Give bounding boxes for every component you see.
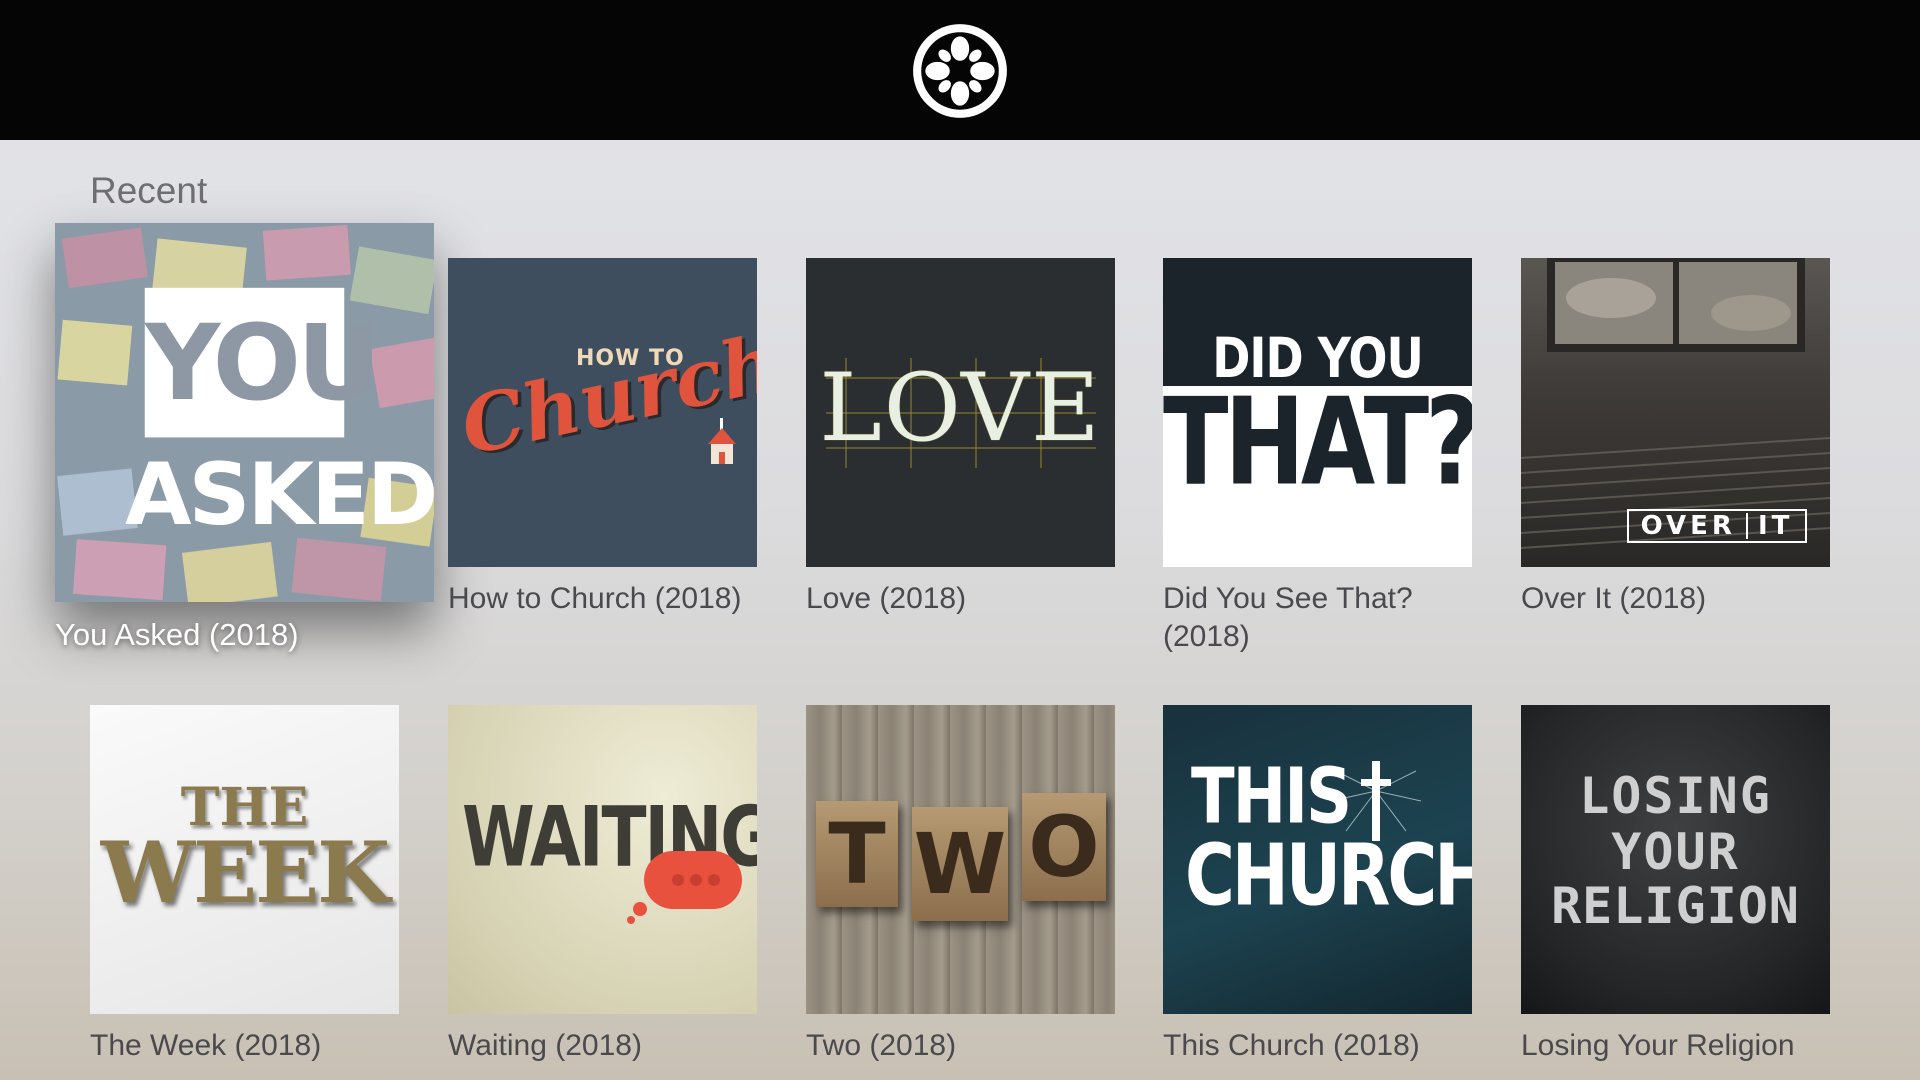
divider xyxy=(1745,513,1748,539)
losing-your-religion-art-line3: RELIGION xyxy=(1551,877,1800,935)
section-title: Recent xyxy=(90,170,208,211)
over-it-label-box: OVER IT xyxy=(1627,509,1807,543)
small-church-icon xyxy=(708,418,736,464)
tile-caption: Losing Your Religion xyxy=(1521,1029,1795,1062)
you-asked-art-line1: YOU xyxy=(145,302,381,424)
the-week-artwork: THE WEEK xyxy=(90,705,399,1014)
two-blocks: T W O xyxy=(816,793,1106,921)
love-artwork: LOVE xyxy=(806,258,1115,567)
the-week-art-line2: WEEK xyxy=(100,823,390,922)
tile-caption: Two (2018) xyxy=(806,1029,957,1062)
two-block-w: W xyxy=(912,807,1008,921)
this-church-artwork: THIS CHURCH xyxy=(1163,705,1472,1014)
waiting-artwork: WAITING xyxy=(448,705,757,1014)
did-you-see-that-art-line2: THAT? xyxy=(1163,372,1472,512)
how-to-church-artwork: HOW TO Church xyxy=(448,258,757,567)
did-you-see-that-artwork: DID YOU SEE THAT? xyxy=(1163,258,1472,567)
tile-caption: How to Church (2018) xyxy=(448,582,742,615)
church-logo-icon[interactable] xyxy=(909,20,1011,122)
this-church-art-line2: CHURCH xyxy=(1185,827,1472,926)
two-art-letter2: W xyxy=(913,815,1007,913)
two-block-o: O xyxy=(1022,793,1106,901)
tile-caption: The Week (2018) xyxy=(90,1029,322,1062)
two-block-t: T xyxy=(816,801,898,907)
tile-caption: Love (2018) xyxy=(806,582,967,615)
losing-your-religion-artwork: LOSING YOUR RELIGION xyxy=(1521,705,1830,1014)
speech-bubble-icon xyxy=(627,851,742,924)
over-it-art-line2: IT xyxy=(1757,511,1794,541)
losing-your-religion-art-line2: YOUR xyxy=(1611,823,1740,881)
losing-your-religion-art-line1: LOSING xyxy=(1579,767,1772,825)
two-artwork: T W O xyxy=(806,705,1115,1014)
over-it-artwork: OVER IT xyxy=(1521,258,1830,567)
you-asked-artwork: YOU ASKED xyxy=(55,223,434,602)
tile-caption: Over It (2018) xyxy=(1521,582,1707,615)
over-it-art-line1: OVER xyxy=(1640,511,1736,541)
tile-caption: Did You See That? (2018) xyxy=(1163,582,1413,653)
two-art-letter1: T xyxy=(828,805,886,903)
tile-caption: You Asked (2018) xyxy=(55,617,299,652)
you-asked-art-line2: ASKED xyxy=(125,445,434,545)
tile-caption: This Church (2018) xyxy=(1163,1029,1420,1062)
love-art-line1: LOVE xyxy=(819,354,1102,463)
top-bar xyxy=(0,0,1920,140)
tile-caption: Waiting (2018) xyxy=(448,1029,642,1062)
two-art-letter3: O xyxy=(1028,798,1100,896)
